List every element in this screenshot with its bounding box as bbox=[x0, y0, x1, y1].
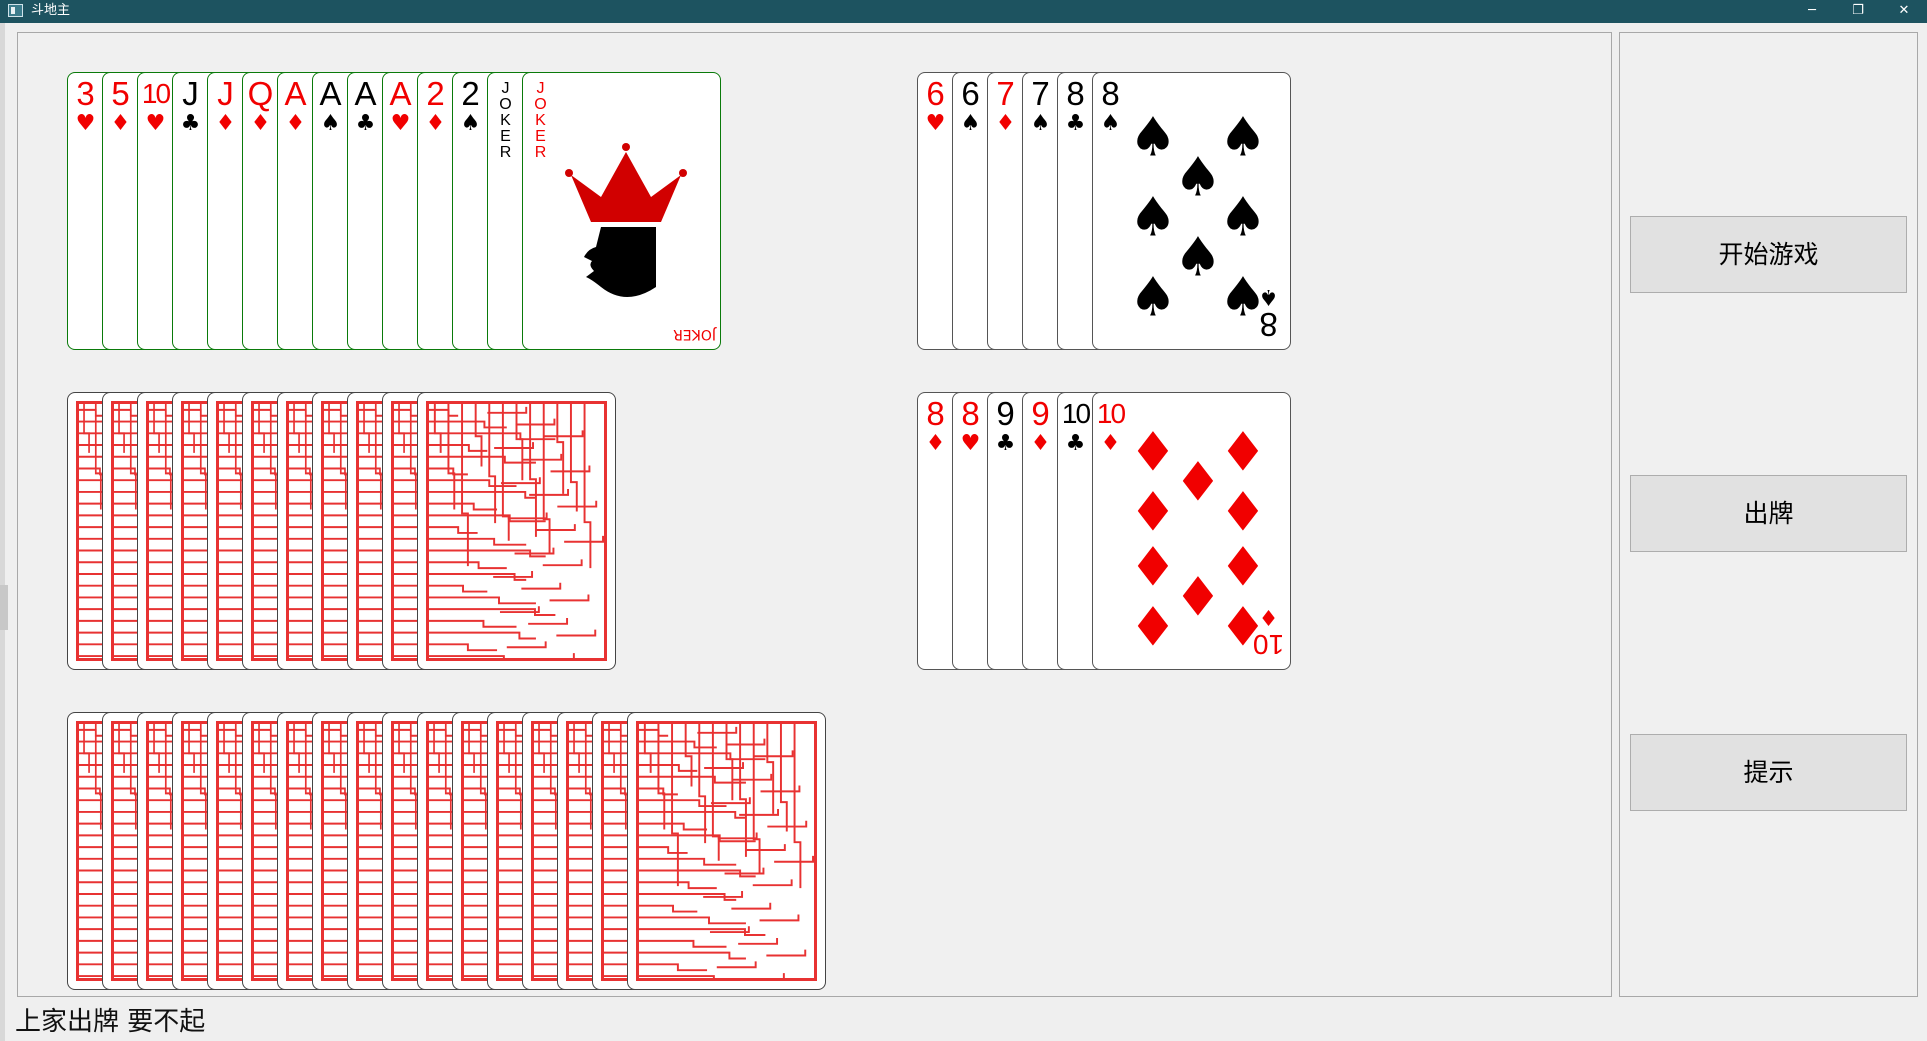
card-back bbox=[417, 392, 616, 670]
svg-text:♠: ♠ bbox=[1174, 146, 1222, 209]
joker-crown-icon bbox=[551, 127, 701, 301]
joker-label: R bbox=[499, 144, 512, 161]
card-rank: 2 bbox=[461, 75, 480, 112]
card-suit-icon: ♦ bbox=[1258, 604, 1279, 629]
card-suit-icon: ♥ bbox=[145, 111, 166, 136]
joker-label: K bbox=[500, 112, 511, 129]
card-rank: A bbox=[389, 75, 412, 112]
joker-label: E bbox=[500, 128, 511, 145]
card-back-pattern bbox=[426, 401, 607, 663]
card-rank: A bbox=[284, 75, 307, 112]
joker-label: O bbox=[534, 96, 547, 113]
card-suit-icon: ♦ bbox=[110, 111, 131, 136]
svg-text:♦: ♦ bbox=[1129, 596, 1177, 659]
card-suit-icon: ♦ bbox=[215, 111, 236, 136]
status-text: 上家出牌 要不起 bbox=[15, 1007, 206, 1037]
left-edge bbox=[0, 23, 5, 1041]
title-bar: 斗地主 ─ ❐ ✕ bbox=[0, 0, 1927, 23]
card-suit-icon: ♠ bbox=[460, 111, 481, 136]
card-rank: 9 bbox=[996, 395, 1015, 432]
card-suit-icon: ♣ bbox=[180, 111, 201, 136]
card-corner-rank: 10 ♦ bbox=[1251, 604, 1286, 661]
card-suit-icon: ♠ bbox=[960, 111, 981, 136]
card-rank: A bbox=[354, 75, 377, 112]
card-suit-icon: ♠ bbox=[1030, 111, 1051, 136]
svg-text:♦: ♦ bbox=[1129, 536, 1177, 599]
joker-label: O bbox=[499, 96, 512, 113]
card-suit-icon: ♥ bbox=[925, 111, 946, 136]
card-rank: 5 bbox=[111, 75, 130, 112]
joker-label: J bbox=[536, 80, 545, 97]
svg-text:♠: ♠ bbox=[1174, 226, 1222, 289]
svg-text:♦: ♦ bbox=[1129, 421, 1177, 484]
window-title: 斗地主 bbox=[31, 3, 71, 18]
joker-corner-label: JOKER bbox=[673, 326, 716, 342]
card-suit-icon: ♠ bbox=[320, 111, 341, 136]
playing-card: 8 ♠ ♠ ♠ ♠ ♠ ♠ ♠ ♠ ♠ 8 ♠ bbox=[1092, 72, 1291, 350]
svg-text:♦: ♦ bbox=[1219, 421, 1267, 484]
card-suit-icon: ♦ bbox=[285, 111, 306, 136]
svg-text:♦: ♦ bbox=[1219, 536, 1267, 599]
card-rank: 8 bbox=[926, 395, 945, 432]
card-suit-icon: ♥ bbox=[390, 111, 411, 136]
card-rank: 10 bbox=[1061, 398, 1091, 429]
joker-card[interactable]: JOKERJOKER JOKER bbox=[522, 72, 721, 350]
close-button[interactable]: ✕ bbox=[1881, 0, 1927, 23]
card-rank: 6 bbox=[926, 75, 945, 112]
card-suit-icon: ♦ bbox=[1030, 431, 1051, 456]
card-suit-icon: ♠ bbox=[1258, 284, 1279, 309]
svg-text:♠: ♠ bbox=[1219, 106, 1267, 169]
card-back-pattern bbox=[636, 721, 817, 983]
card-rank: 7 bbox=[1031, 75, 1050, 112]
minimize-button[interactable]: ─ bbox=[1789, 0, 1835, 23]
svg-text:♠: ♠ bbox=[1219, 186, 1267, 249]
card-rank: 10 bbox=[1252, 629, 1285, 660]
card-suit-icon: ♦ bbox=[250, 111, 271, 136]
app-icon bbox=[8, 4, 23, 17]
card-suit-icon: ♦ bbox=[995, 111, 1016, 136]
maximize-button[interactable]: ❐ bbox=[1835, 0, 1881, 23]
card-rank: 10 bbox=[141, 78, 171, 109]
card-rank: A bbox=[319, 75, 342, 112]
card-rank: Q bbox=[247, 75, 274, 112]
card-suit-icon: ♣ bbox=[355, 111, 376, 136]
card-rank: J bbox=[182, 75, 199, 112]
playing-card: 10 ♦ ♦ ♦ ♦ ♦ ♦ ♦ ♦ ♦ ♦ ♦ 10 ♦ bbox=[1092, 392, 1291, 670]
card-suit-icon: ♣ bbox=[995, 431, 1016, 456]
left-edge-marker bbox=[0, 585, 8, 630]
card-suit-icon: ♣ bbox=[1065, 431, 1086, 456]
maze-pattern-icon bbox=[429, 404, 604, 663]
card-rank: 8 bbox=[1066, 75, 1085, 112]
joker-label: J bbox=[501, 80, 510, 97]
hint-button[interactable]: 提示 bbox=[1630, 734, 1907, 811]
card-suit-icon: ♦ bbox=[425, 111, 446, 136]
card-suit-icon: ♥ bbox=[960, 431, 981, 456]
card-back bbox=[627, 712, 826, 990]
card-rank: 8 bbox=[961, 395, 980, 432]
card-suit-icon: ♣ bbox=[1065, 111, 1086, 136]
card-suit-icon: ♦ bbox=[925, 431, 946, 456]
card-rank: 3 bbox=[76, 75, 95, 112]
card-rank: 2 bbox=[426, 75, 445, 112]
card-rank: 6 bbox=[961, 75, 980, 112]
maze-pattern-icon bbox=[639, 724, 814, 983]
svg-text:♦: ♦ bbox=[1174, 566, 1222, 629]
play-cards-button[interactable]: 出牌 bbox=[1630, 475, 1907, 552]
start-game-button[interactable]: 开始游戏 bbox=[1630, 216, 1907, 293]
svg-text:♦: ♦ bbox=[1174, 451, 1222, 514]
card-suit-icon: ♥ bbox=[75, 111, 96, 136]
svg-text:♠: ♠ bbox=[1129, 186, 1177, 249]
card-rank: 7 bbox=[996, 75, 1015, 112]
svg-text:♦: ♦ bbox=[1129, 481, 1177, 544]
svg-text:♠: ♠ bbox=[1129, 266, 1177, 329]
card-rank: 8 bbox=[1259, 306, 1278, 343]
card-rank: 9 bbox=[1031, 395, 1050, 432]
svg-text:♠: ♠ bbox=[1129, 106, 1177, 169]
card-rank: J bbox=[217, 75, 234, 112]
svg-text:♦: ♦ bbox=[1219, 481, 1267, 544]
card-corner-rank: 8 ♠ bbox=[1251, 284, 1286, 343]
